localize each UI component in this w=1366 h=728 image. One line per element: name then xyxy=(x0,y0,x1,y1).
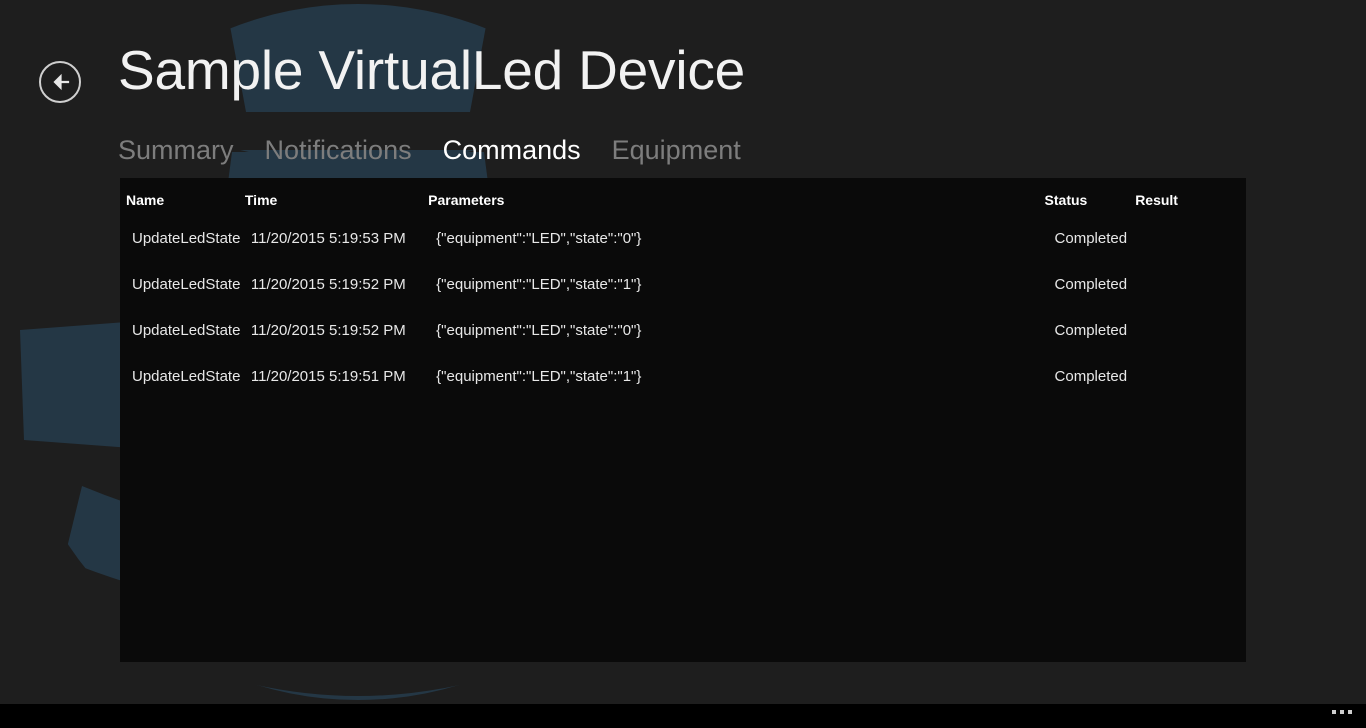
table-row[interactable]: UpdateLedState 11/20/2015 5:19:53 PM {"e… xyxy=(120,216,1246,262)
more-dot xyxy=(1332,710,1336,714)
cell-status: Completed xyxy=(1054,230,1128,247)
cell-parameters: {"equipment":"LED","state":"1"} xyxy=(436,368,642,385)
cell-time: 11/20/2015 5:19:52 PM xyxy=(250,276,406,293)
table-row[interactable]: UpdateLedState 11/20/2015 5:19:51 PM {"e… xyxy=(120,354,1246,400)
tab-summary[interactable]: Summary xyxy=(118,135,234,166)
cell-result xyxy=(1135,262,1246,308)
cell-result xyxy=(1135,216,1246,262)
cell-time: 11/20/2015 5:19:53 PM xyxy=(250,230,406,247)
cell-parameters: {"equipment":"LED","state":"0"} xyxy=(436,322,642,339)
more-dot xyxy=(1348,710,1352,714)
cell-parameters: {"equipment":"LED","state":"0"} xyxy=(436,230,642,247)
more-dot xyxy=(1340,710,1344,714)
tab-bar: Summary Notifications Commands Equipment xyxy=(118,135,741,166)
column-header-status[interactable]: Status xyxy=(1045,178,1136,216)
back-button[interactable] xyxy=(39,61,81,103)
column-header-time[interactable]: Time xyxy=(245,178,428,216)
cell-status: Completed xyxy=(1054,368,1128,385)
cell-name: UpdateLedState xyxy=(132,276,241,293)
cell-time: 11/20/2015 5:19:52 PM xyxy=(250,322,406,339)
app-window: Sample VirtualLed Device Summary Notific… xyxy=(0,0,1366,728)
table-header: Name Time Parameters Status Result xyxy=(120,178,1246,216)
commands-panel: Name Time Parameters Status Result Updat… xyxy=(120,178,1246,662)
cell-status: Completed xyxy=(1054,276,1128,293)
table-body: UpdateLedState 11/20/2015 5:19:53 PM {"e… xyxy=(120,216,1246,400)
cell-parameters: {"equipment":"LED","state":"1"} xyxy=(436,276,642,293)
cell-result xyxy=(1135,354,1246,400)
table-row[interactable]: UpdateLedState 11/20/2015 5:19:52 PM {"e… xyxy=(120,262,1246,308)
cell-name: UpdateLedState xyxy=(132,230,241,247)
cell-name: UpdateLedState xyxy=(132,322,241,339)
back-arrow-icon xyxy=(53,73,70,91)
more-options-icon[interactable] xyxy=(1332,710,1352,714)
cell-status: Completed xyxy=(1054,322,1128,339)
table-header-row: Name Time Parameters Status Result xyxy=(120,178,1246,216)
app-bar xyxy=(0,704,1366,728)
cell-result xyxy=(1135,308,1246,354)
column-header-name[interactable]: Name xyxy=(120,178,245,216)
page-title: Sample VirtualLed Device xyxy=(118,39,746,101)
table-row[interactable]: UpdateLedState 11/20/2015 5:19:52 PM {"e… xyxy=(120,308,1246,354)
column-header-parameters[interactable]: Parameters xyxy=(428,178,1044,216)
tab-notifications[interactable]: Notifications xyxy=(265,135,412,166)
column-header-result[interactable]: Result xyxy=(1135,178,1246,216)
tab-commands[interactable]: Commands xyxy=(443,135,581,166)
cell-name: UpdateLedState xyxy=(132,368,241,385)
tab-equipment[interactable]: Equipment xyxy=(612,135,741,166)
commands-table: Name Time Parameters Status Result Updat… xyxy=(120,178,1246,400)
cell-time: 11/20/2015 5:19:51 PM xyxy=(250,368,406,385)
